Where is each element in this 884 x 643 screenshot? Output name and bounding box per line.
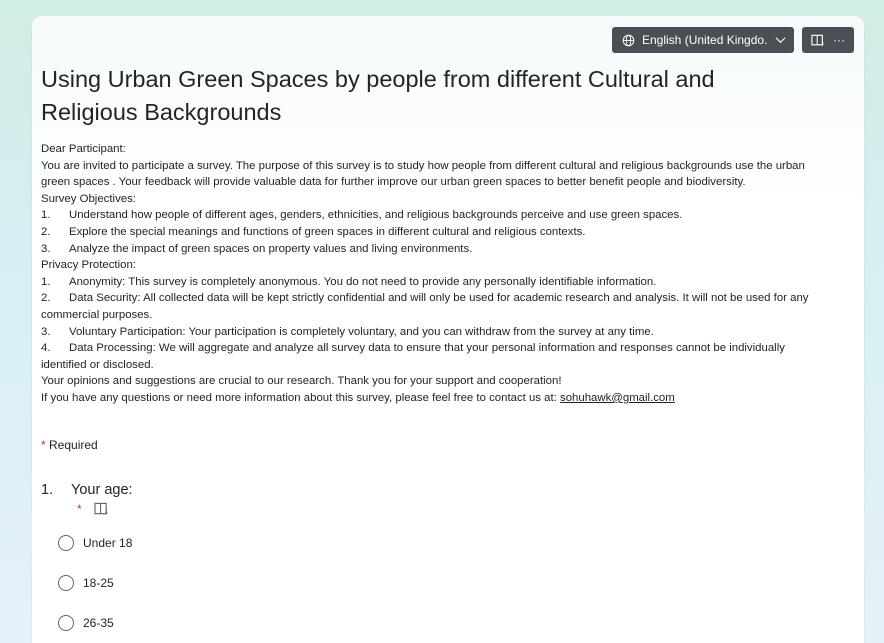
- form-description: Dear Participant: You are invited to par…: [41, 141, 822, 407]
- radio-option[interactable]: Under 18: [58, 535, 132, 551]
- question-number: 1.: [41, 482, 54, 498]
- form-toolbar: English (United Kingdo... ···: [612, 27, 854, 53]
- question-text: Your age:: [71, 482, 133, 498]
- more-options-icon[interactable]: ···: [833, 33, 845, 47]
- immersive-reader-icon[interactable]: [94, 502, 109, 516]
- radio-option[interactable]: 26-35: [58, 615, 114, 631]
- privacy-item: 2. Data Security: All collected data will…: [41, 292, 809, 321]
- required-note: * Required: [41, 438, 98, 452]
- radio-option[interactable]: 18-25: [58, 575, 114, 591]
- reader-and-more-group: ···: [802, 27, 854, 53]
- privacy-item: 4. Data Processing: We will aggregate and…: [41, 342, 785, 371]
- immersive-reader-icon[interactable]: [811, 34, 825, 47]
- option-label: 26-35: [83, 616, 114, 630]
- contact-email-link[interactable]: sohuhawk@gmail.com: [560, 392, 675, 404]
- description-greeting: Dear Participant:: [41, 143, 126, 155]
- radio-button[interactable]: [58, 535, 74, 551]
- language-label: English (United Kingdo...: [642, 33, 768, 47]
- required-label: Required: [49, 438, 98, 452]
- objective-item: 3. Analyze the impact of green spaces on …: [41, 242, 473, 255]
- question-required-star: *: [77, 502, 82, 516]
- option-label: 18-25: [83, 576, 114, 590]
- description-contact: If you have any questions or need more i…: [41, 391, 675, 404]
- description-intro: You are invited to participate a survey.…: [41, 159, 805, 189]
- globe-icon: [622, 34, 635, 46]
- radio-button[interactable]: [58, 615, 74, 631]
- radio-button[interactable]: [58, 575, 74, 591]
- language-selector[interactable]: English (United Kingdo...: [612, 27, 794, 53]
- objective-item: 1. Understand how people of different age…: [41, 209, 683, 222]
- description-closing: Your opinions and suggestions are crucia…: [41, 375, 562, 388]
- privacy-item: 1. Anonymity: This survey is completely a…: [41, 275, 657, 288]
- objective-item: 2. Explore the special meanings and funct…: [41, 225, 586, 238]
- required-star: *: [41, 438, 46, 452]
- question-meta: *: [77, 502, 109, 516]
- question-title: 1. Your age:: [41, 482, 133, 498]
- objectives-heading: Survey Objectives:: [41, 192, 136, 205]
- privacy-item: 3. Voluntary Participation: Your particip…: [41, 325, 654, 338]
- form-title: Using Urban Green Spaces by people from …: [41, 66, 715, 125]
- chevron-down-icon: [775, 37, 786, 44]
- option-label: Under 18: [83, 536, 133, 550]
- privacy-heading: Privacy Protection:: [41, 259, 136, 272]
